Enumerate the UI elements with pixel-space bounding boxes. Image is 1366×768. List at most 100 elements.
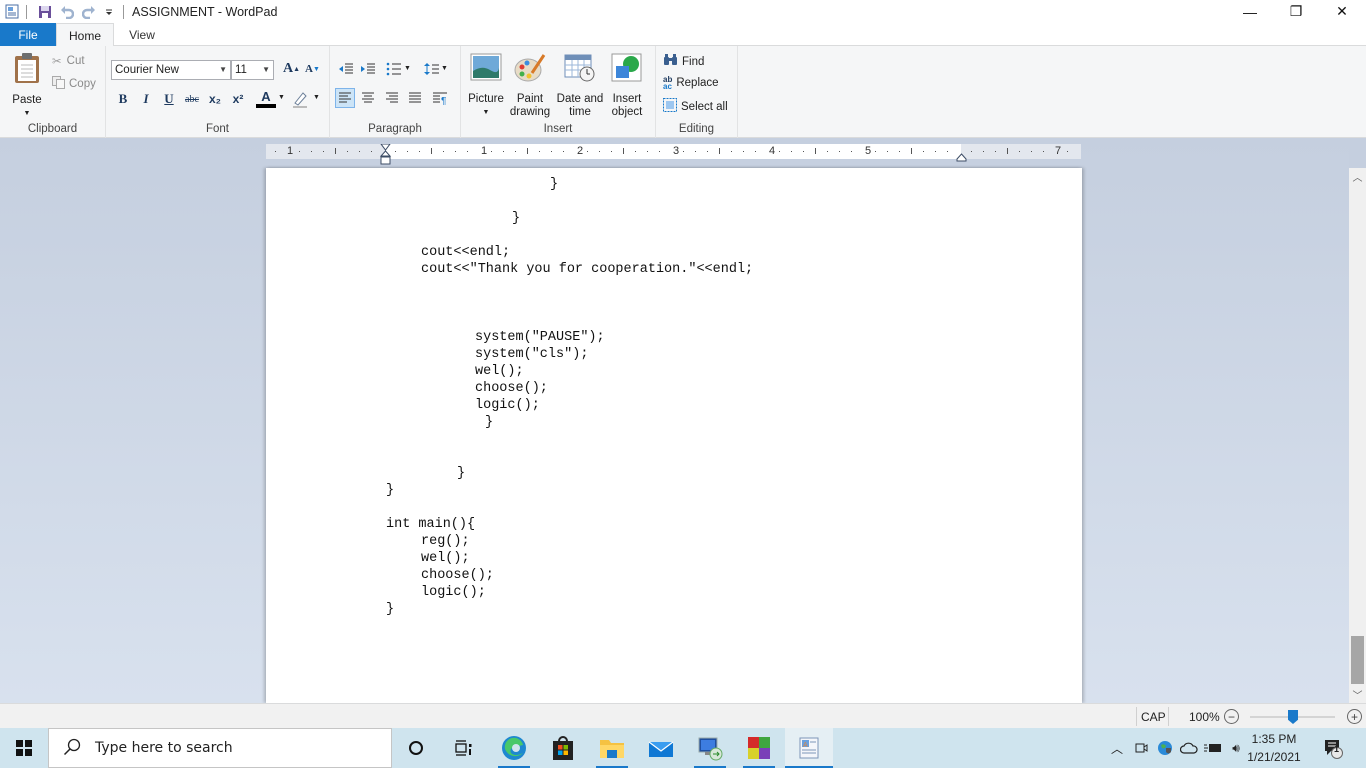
chevron-down-icon: ▼ [262, 65, 270, 74]
scroll-up-icon[interactable]: ︿ [1349, 168, 1366, 185]
text-color-button[interactable]: A [256, 88, 276, 108]
save-icon[interactable] [37, 4, 53, 20]
volume-button[interactable]: 🔊︎ [1226, 728, 1246, 768]
chevron-down-icon[interactable]: ▼ [278, 94, 285, 101]
battery-button[interactable] [1203, 728, 1223, 768]
italic-button[interactable]: I [136, 90, 156, 108]
restore-button[interactable]: ❐ [1273, 0, 1319, 23]
font-size-select[interactable]: 11 ▼ [231, 60, 274, 80]
font-family-select[interactable]: Courier New ▼ [111, 60, 231, 80]
date-time-button[interactable]: Date and time [555, 53, 605, 119]
cut-button[interactable]: ✂ Cut [52, 54, 85, 68]
replace-button[interactable]: ab ac Replace [663, 76, 719, 91]
meet-now-button[interactable] [1131, 728, 1151, 768]
tab-view[interactable]: View [118, 23, 166, 46]
document-page[interactable]: }} cout<<endl; cout<<"Thank you for cooper… [266, 168, 1082, 703]
close-button[interactable]: ✕ [1319, 0, 1365, 23]
show-hidden-icons-button[interactable]: ︿ [1108, 728, 1126, 768]
paint-palette-icon [514, 53, 546, 87]
task-view-button[interactable] [440, 728, 488, 768]
ruler-tick [947, 151, 948, 152]
align-right-button[interactable] [382, 88, 402, 108]
taskbar-search-box[interactable]: Type here to search [48, 728, 392, 768]
justify-button[interactable] [405, 88, 425, 108]
ruler-tick [719, 148, 720, 154]
grow-font-button[interactable]: A ▲ [283, 61, 300, 77]
find-button[interactable]: Find [663, 54, 704, 69]
ruler-tick [923, 151, 924, 152]
ruler-tick [983, 151, 984, 152]
undo-icon[interactable] [59, 4, 75, 20]
cortana-button[interactable] [392, 728, 440, 768]
code-line: } [485, 415, 494, 430]
grow-font-icon: A [283, 61, 294, 76]
ruler-number: 5 [865, 145, 872, 157]
ruler-tick [659, 151, 660, 152]
zoom-out-button[interactable]: − [1224, 709, 1239, 724]
start-button[interactable] [0, 728, 48, 768]
underline-button[interactable]: U [159, 90, 179, 108]
action-center-button[interactable]: 1 [1318, 728, 1348, 768]
vertical-scrollbar[interactable]: ︿ ﹀ [1349, 168, 1366, 703]
ruler-tick [827, 151, 828, 152]
search-placeholder: Type here to search [95, 740, 233, 756]
paragraph-icon: ¶ [433, 92, 447, 105]
zoom-slider-thumb[interactable] [1288, 710, 1298, 724]
ruler-tick [527, 148, 528, 154]
minimize-button[interactable]: — [1227, 0, 1273, 23]
window-title: ASSIGNMENT - WordPad [132, 4, 278, 19]
copy-button[interactable]: Copy [52, 76, 96, 92]
indent-marker[interactable] [379, 143, 392, 169]
taskbar-app-file-explorer[interactable] [588, 728, 636, 768]
ruler-tick [791, 151, 792, 152]
tab-file[interactable]: File [0, 23, 56, 46]
paragraph-settings-button[interactable]: ¶ [430, 88, 450, 108]
customize-dropdown-icon[interactable] [101, 4, 117, 20]
right-indent-marker[interactable] [956, 151, 967, 165]
zoom-in-button[interactable]: + [1347, 709, 1362, 724]
taskbar-app-remote-desktop[interactable] [686, 728, 734, 768]
ruler-number: 1 [287, 145, 294, 157]
speaker-icon: 🔊︎ [1232, 740, 1240, 755]
taskbar-app-wordpad[interactable]: A [785, 728, 833, 768]
strikethrough-button[interactable]: abc [182, 90, 202, 108]
cut-label: Cut [66, 55, 85, 67]
scroll-thumb[interactable] [1351, 636, 1364, 684]
chevron-down-icon[interactable]: ▼ [313, 94, 320, 101]
paste-button[interactable]: Paste ▼ [8, 52, 46, 120]
taskbar-app-store[interactable] [539, 728, 587, 768]
align-left-button[interactable] [335, 88, 355, 108]
clock[interactable]: 1:35 PM 1/21/2021 [1244, 730, 1304, 766]
search-icon [63, 738, 81, 759]
decrease-indent-button[interactable] [336, 59, 356, 79]
chevron-down-icon[interactable]: ▼ [441, 65, 448, 72]
taskbar-app-edge[interactable] [490, 728, 538, 768]
code-line: } [457, 466, 466, 481]
paint-drawing-button[interactable]: Paint drawing [507, 53, 553, 119]
clock-date: 1/21/2021 [1247, 750, 1301, 764]
bullet-list-button[interactable] [384, 59, 404, 79]
insert-object-button[interactable]: Insert object [607, 53, 647, 119]
taskbar-app-colorful[interactable] [735, 728, 783, 768]
wordpad-app-icon[interactable] [4, 4, 20, 20]
scroll-down-icon[interactable]: ﹀ [1349, 686, 1366, 703]
tab-home[interactable]: Home [56, 23, 114, 47]
highlight-button[interactable] [291, 90, 309, 111]
bold-button[interactable]: B [113, 90, 133, 108]
align-center-button[interactable] [358, 88, 378, 108]
picture-button[interactable]: Picture ▼ [466, 53, 506, 119]
chevron-down-icon[interactable]: ▼ [404, 65, 411, 72]
redo-icon[interactable] [81, 4, 97, 20]
superscript-button[interactable]: x² [228, 90, 248, 108]
subscript-button[interactable]: x₂ [205, 90, 225, 108]
ruler-tick [1007, 148, 1008, 154]
shrink-font-button[interactable]: A ▼ [305, 63, 320, 75]
increase-indent-button[interactable] [358, 59, 378, 79]
network-security-button[interactable] [1155, 728, 1175, 768]
taskbar-app-mail[interactable] [637, 728, 685, 768]
onedrive-button[interactable] [1179, 728, 1199, 768]
line-spacing-button[interactable] [422, 59, 442, 79]
chevron-down-icon: ▼ [482, 109, 490, 116]
remote-desktop-icon [698, 737, 723, 761]
select-all-button[interactable]: Select all [663, 98, 728, 115]
